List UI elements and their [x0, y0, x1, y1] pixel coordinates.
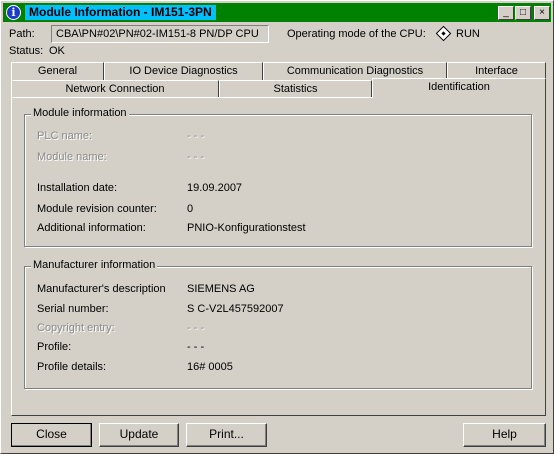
identification-panel: Module information PLC name: - - - Modul…: [11, 97, 546, 416]
window-title: Module Information - IM151-3PN: [25, 5, 216, 20]
profile-label: Profile:: [37, 341, 72, 353]
path-field: CBA\PN#02\PN#02-IM151-8 PN/DP CPU: [51, 25, 269, 43]
installation-date-value: 19.09.2007: [187, 182, 243, 194]
tab-statistics[interactable]: Statistics: [219, 80, 372, 98]
module-revision-counter-value: 0: [187, 203, 194, 215]
maximize-button[interactable]: □: [515, 6, 531, 20]
status-value: OK: [49, 45, 65, 57]
manufacturer-information-title: Manufacturer information: [31, 259, 158, 271]
serial-number-label: Serial number:: [37, 303, 109, 315]
profile-details-label: Profile details:: [37, 361, 107, 373]
path-label: Path:: [9, 28, 35, 40]
operating-mode-value: RUN: [456, 28, 480, 40]
manufacturer-information-group: Manufacturer information Manufacturer's …: [24, 259, 532, 389]
close-window-button[interactable]: ×: [534, 6, 550, 20]
installation-date-label: Installation date:: [37, 182, 118, 194]
profile-details-value: 16# 0005: [187, 361, 233, 373]
module-information-window: i Module Information - IM151-3PN _ □ × P…: [0, 0, 554, 454]
additional-information-value: PNIO-Konfigurationstest: [187, 222, 306, 234]
copyright-entry-label: Copyright entry:: [37, 322, 115, 334]
tab-io-device-diagnostics[interactable]: IO Device Diagnostics: [104, 62, 263, 80]
help-button[interactable]: Help: [463, 423, 546, 447]
copyright-entry-value: - - -: [187, 322, 205, 334]
module-name-value: - - -: [187, 151, 205, 163]
serial-number-value: S C-V2L457592007: [187, 303, 284, 315]
module-information-title: Module information: [31, 107, 129, 119]
tab-identification[interactable]: Identification: [372, 78, 546, 98]
print-button[interactable]: Print...: [186, 423, 267, 447]
run-mode-icon: [435, 25, 452, 42]
status-label: Status:: [9, 45, 44, 57]
manufacturer-description-value: SIEMENS AG: [187, 283, 255, 295]
plc-name-label: PLC name:: [37, 130, 93, 142]
plc-name-value: - - -: [187, 130, 205, 142]
profile-value: - - -: [187, 341, 205, 353]
operating-mode-label: Operating mode of the CPU:: [287, 28, 426, 40]
tab-network-connection[interactable]: Network Connection: [11, 80, 219, 98]
close-button[interactable]: Close: [11, 423, 92, 447]
title-bar[interactable]: i Module Information - IM151-3PN _ □ ×: [3, 3, 551, 22]
additional-information-label: Additional information:: [37, 222, 146, 234]
update-button[interactable]: Update: [99, 423, 179, 447]
info-icon: i: [6, 5, 21, 20]
minimize-button[interactable]: _: [498, 6, 514, 20]
module-name-label: Module name:: [37, 151, 107, 163]
module-revision-counter-label: Module revision counter:: [37, 203, 157, 215]
module-information-group: Module information PLC name: - - - Modul…: [24, 107, 532, 247]
tab-general[interactable]: General: [11, 62, 104, 80]
manufacturer-description-label: Manufacturer's description: [37, 283, 166, 295]
